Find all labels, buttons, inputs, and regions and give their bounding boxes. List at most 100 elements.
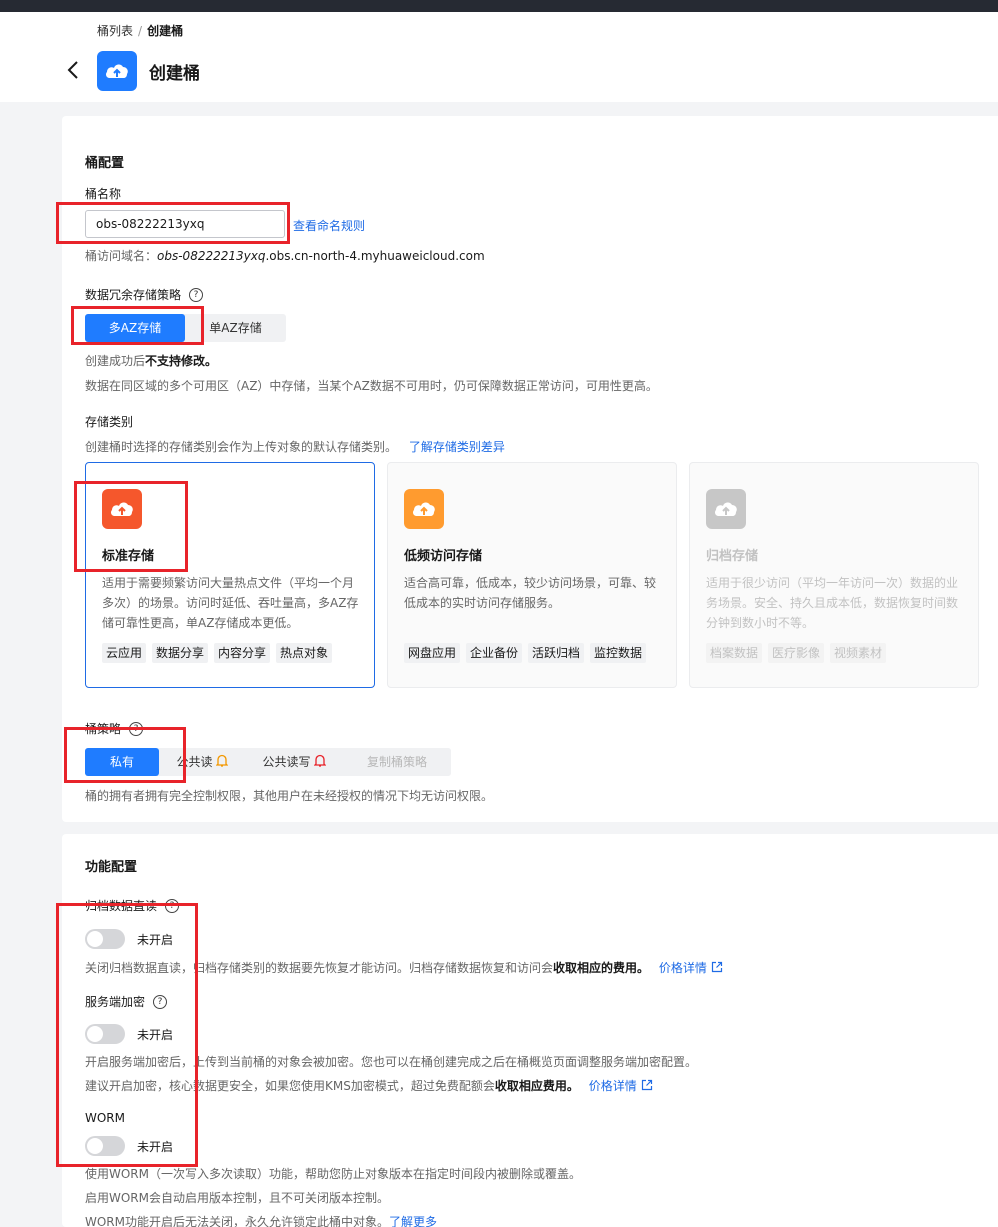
standard-storage-icon-tile xyxy=(102,489,142,529)
worm-toggle[interactable] xyxy=(85,1136,125,1156)
page-header: 桶列表 / 创建桶 创建桶 xyxy=(0,12,998,102)
question-circle-icon[interactable]: ? xyxy=(165,898,180,913)
storage-class-description: 适合高可靠，低成本，较少访问场景，可靠、较低成本的实时访问存储服务。 xyxy=(404,576,657,610)
archive-read-toggle-row: 未开启 xyxy=(85,929,173,949)
worm-toggle-row: 未开启 xyxy=(85,1136,173,1156)
storage-class-tags: 网盘应用 企业备份 活跃归档 监控数据 xyxy=(404,643,647,663)
section-title-bucket-config: 桶配置 xyxy=(85,156,125,171)
scenario-tag: 医疗影像 xyxy=(768,643,825,663)
scenario-tag: 热点对象 xyxy=(276,643,333,663)
storage-class-name: 标准存储 xyxy=(102,549,155,564)
storage-class-standard-card[interactable]: 标准存储 适用于需要频繁访问大量热点文件（平均一个月多次）的场景。访问时延低、吞… xyxy=(85,462,375,688)
storage-class-archive-card[interactable]: 归档存储 适用于很少访问（平均一年访问一次）数据的业务场景。安全、持久且成本低，… xyxy=(689,462,979,688)
bucket-logo xyxy=(97,51,137,91)
policy-label: 桶策略 xyxy=(85,722,122,736)
worm-learn-more-link[interactable]: 了解更多 xyxy=(389,1215,437,1227)
worm-status: 未开启 xyxy=(137,1139,174,1154)
cloud-upload-icon xyxy=(413,502,435,516)
storage-class-tags: 档案数据 医疗影像 视频素材 xyxy=(706,643,887,663)
question-circle-icon[interactable]: ? xyxy=(153,994,168,1009)
storage-class-diff-link[interactable]: 了解存储类别差异 xyxy=(409,440,505,454)
archive-read-desc-text: 关闭归档数据直读，归档存储类别的数据要先恢复才能访问。归档存储数据恢复和访问会 xyxy=(85,961,554,975)
encryption-price-link-label: 价格详情 xyxy=(588,1079,637,1093)
scenario-tag: 监控数据 xyxy=(590,643,647,663)
breadcrumb-current: 创建桶 xyxy=(147,24,184,38)
naming-rules-link[interactable]: 查看命名规则 xyxy=(293,217,365,234)
option-public-read[interactable]: 公共读 xyxy=(159,748,245,776)
toggle-knob xyxy=(87,1026,103,1042)
redundancy-label: 数据冗余存储策略 xyxy=(85,288,182,302)
storage-class-label: 存储类别 xyxy=(85,415,134,429)
breadcrumb: 桶列表 / 创建桶 xyxy=(97,22,183,39)
policy-label-row: 桶策略 ? xyxy=(85,720,144,737)
archive-read-toggle[interactable] xyxy=(85,929,125,949)
bucket-domain-prefix: 桶访问域名： xyxy=(85,249,158,263)
question-circle-icon[interactable]: ? xyxy=(189,287,204,302)
option-single-az[interactable]: 单AZ存储 xyxy=(185,314,286,342)
encryption-desc-2-text: 建议开启加密，核心数据更安全，如果您使用KMS加密模式，超过免费配额会 xyxy=(85,1079,495,1093)
external-link-icon xyxy=(711,961,722,973)
bucket-domain: 桶访问域名：obs-08222213yxq.obs.cn-north-4.myh… xyxy=(85,247,485,264)
option-public-read-label: 公共读 xyxy=(176,755,213,769)
scenario-tag: 云应用 xyxy=(102,643,147,663)
scenario-tag: 数据分享 xyxy=(152,643,209,663)
archive-price-link-label: 价格详情 xyxy=(658,961,707,975)
encryption-toggle-row: 未开启 xyxy=(85,1024,173,1044)
bell-icon xyxy=(215,754,228,767)
storage-class-infrequent-card[interactable]: 低频访问存储 适合高可靠，低成本，较少访问场景，可靠、较低成本的实时访问存储服务… xyxy=(387,462,677,688)
option-private[interactable]: 私有 xyxy=(85,748,159,776)
archive-read-label: 归档数据直读 xyxy=(85,899,158,913)
breadcrumb-separator: / xyxy=(138,24,143,38)
archive-read-label-row: 归档数据直读 ? xyxy=(85,897,180,914)
encryption-toggle[interactable] xyxy=(85,1024,125,1044)
encryption-label: 服务端加密 xyxy=(85,995,146,1009)
scenario-tag: 活跃归档 xyxy=(528,643,585,663)
storage-class-desc-row: 创建桶时选择的存储类别会作为上传对象的默认存储类别。 了解存储类别差异 xyxy=(85,438,505,455)
back-button[interactable] xyxy=(62,56,86,84)
external-link-icon xyxy=(641,1079,652,1091)
bell-icon xyxy=(313,754,326,767)
policy-desc: 桶的拥有者拥有完全控制权限，其他用户在未经授权的情况下均无访问权限。 xyxy=(85,789,494,803)
option-public-read-write[interactable]: 公共读写 xyxy=(245,748,343,776)
encryption-desc-1: 开启服务端加密后，上传到当前桶的对象会被加密。您也可以在桶创建完成之后在桶概览页… xyxy=(85,1055,698,1069)
infrequent-storage-icon-tile xyxy=(404,489,444,529)
option-multi-az[interactable]: 多AZ存储 xyxy=(85,314,185,342)
storage-class-name: 归档存储 xyxy=(706,549,759,564)
question-circle-icon[interactable]: ? xyxy=(129,721,144,736)
encryption-status: 未开启 xyxy=(137,1027,174,1042)
toggle-knob xyxy=(87,931,103,947)
chevron-left-icon xyxy=(67,61,78,79)
bucket-domain-name: obs-08222213yxq xyxy=(157,249,266,263)
worm-desc-2: 启用WORM会自动启用版本控制，且不可关闭版本控制。 xyxy=(85,1191,390,1205)
option-public-read-write-label: 公共读写 xyxy=(262,755,311,769)
worm-desc-3: WORM功能开启后无法关闭，永久允许锁定此桶中对象。了解更多 xyxy=(85,1213,437,1227)
archive-price-link[interactable]: 价格详情 xyxy=(659,961,723,975)
bucket-domain-suffix: .obs.cn-north-4.myhuaweicloud.com xyxy=(265,249,485,263)
bucket-name-input[interactable] xyxy=(85,210,285,238)
storage-class-description: 适用于需要频繁访问大量热点文件（平均一个月多次）的场景。访问时延低、吞吐量高，多… xyxy=(102,576,359,630)
redundancy-selector: 多AZ存储 单AZ存储 xyxy=(85,314,286,342)
storage-class-description: 适用于很少访问（平均一年访问一次）数据的业务场景。安全、持久且成本低，数据恢复时… xyxy=(706,576,959,630)
encryption-price-link[interactable]: 价格详情 xyxy=(589,1079,653,1093)
encryption-label-row: 服务端加密 ? xyxy=(85,993,168,1010)
archive-storage-icon-tile xyxy=(706,489,746,529)
storage-class-name: 低频访问存储 xyxy=(404,549,483,564)
bucket-name-label: 桶名称 xyxy=(85,187,122,201)
breadcrumb-bucket-list[interactable]: 桶列表 xyxy=(97,24,133,38)
scenario-tag: 网盘应用 xyxy=(404,643,461,663)
redundancy-note-prefix: 创建成功后 xyxy=(85,354,146,368)
storage-class-desc: 创建桶时选择的存储类别会作为上传对象的默认存储类别。 xyxy=(85,440,398,454)
archive-read-desc-bold: 收取相应的费用。 xyxy=(553,961,650,975)
redundancy-desc: 数据在同区域的多个可用区（AZ）中存储，当某个AZ数据不可用时，仍可保障数据正常… xyxy=(85,379,658,393)
worm-label: WORM xyxy=(85,1111,126,1125)
worm-desc-3-text: WORM功能开启后无法关闭，永久允许锁定此桶中对象。 xyxy=(85,1215,390,1227)
redundancy-note: 创建成功后不支持修改。 xyxy=(85,352,217,369)
worm-desc-1: 使用WORM（一次写入多次读取）功能，帮助您防止对象版本在指定时间段内被删除或覆… xyxy=(85,1167,582,1181)
option-copy-policy[interactable]: 复制桶策略 xyxy=(343,748,451,776)
redundancy-label-row: 数据冗余存储策略 ? xyxy=(85,286,204,303)
archive-read-status: 未开启 xyxy=(137,932,174,947)
encryption-desc-2: 建议开启加密，核心数据更安全，如果您使用KMS加密模式，超过免费配额会收取相应费… xyxy=(85,1077,653,1094)
toggle-knob xyxy=(87,1138,103,1154)
bucket-config-card: 桶配置 桶名称 查看命名规则 桶访问域名：obs-08222213yxq.obs… xyxy=(62,116,998,822)
redundancy-note-bold: 不支持修改。 xyxy=(145,354,218,368)
